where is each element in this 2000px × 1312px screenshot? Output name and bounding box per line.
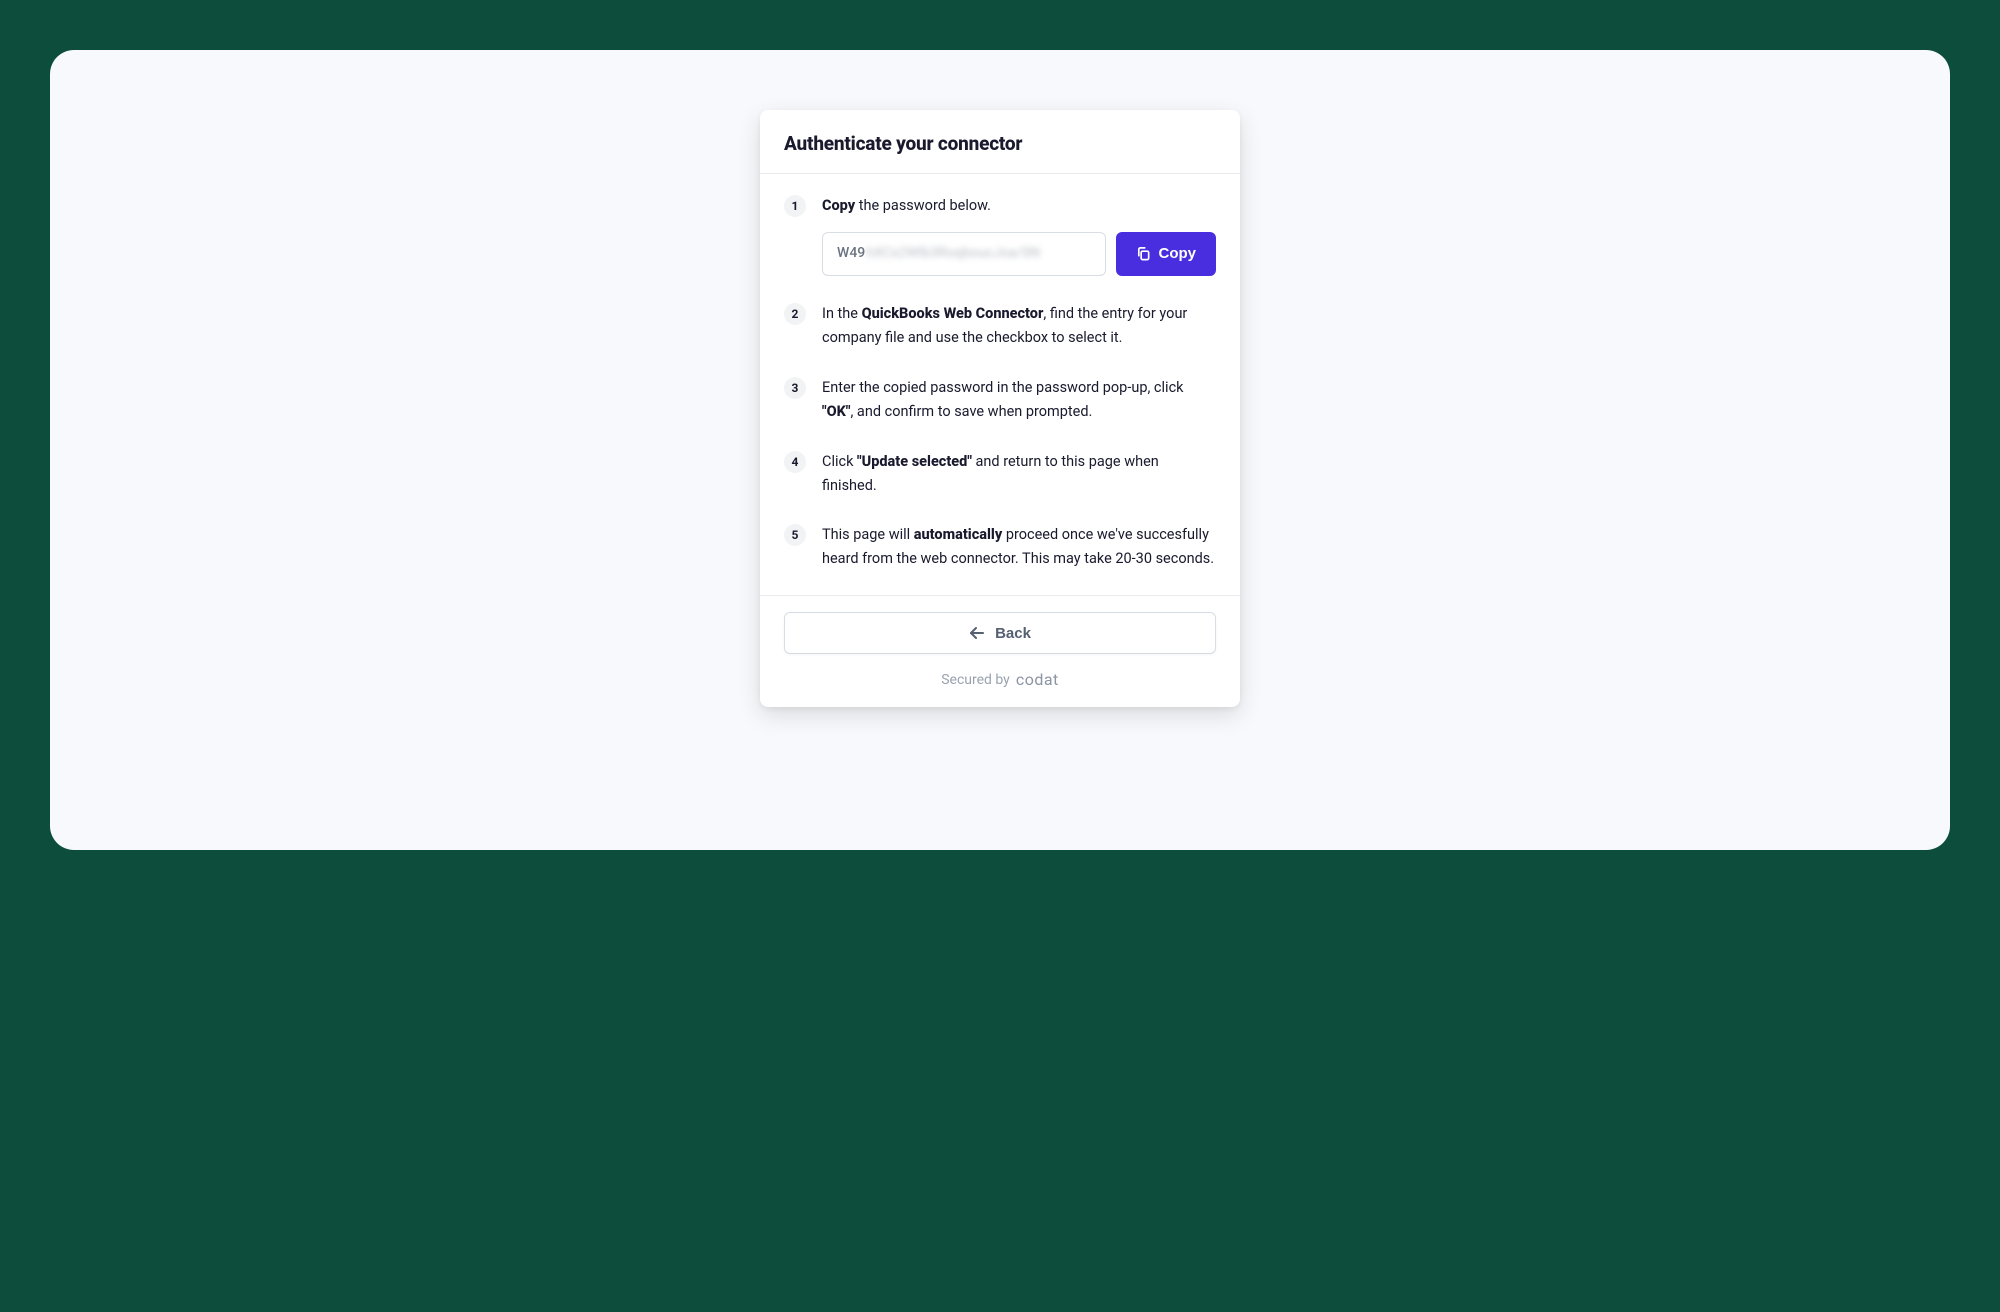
auth-card: Authenticate your connector 1 Copy the p… <box>760 110 1240 707</box>
step-3: 3 Enter the copied password in the passw… <box>784 376 1216 424</box>
password-row: W49hXCx2Wlb3RoqboucJsa/SN Copy <box>822 232 1216 276</box>
step-4: 4 Click "Update selected" and return to … <box>784 450 1216 498</box>
password-field[interactable]: W49hXCx2Wlb3RoqboucJsa/SN <box>822 232 1106 276</box>
arrow-left-icon <box>969 626 985 640</box>
card-header: Authenticate your connector <box>760 110 1240 174</box>
step-text: Click "Update selected" and return to th… <box>822 453 1159 494</box>
step-number-badge: 2 <box>784 303 806 325</box>
step-text: Enter the copied password in the passwor… <box>822 379 1184 420</box>
password-obscured: hXCx2Wlb3RoqboucJsa/SN <box>866 242 1040 265</box>
back-button-label: Back <box>995 625 1031 642</box>
card-body: 1 Copy the password below. W49hXCx2Wlb3R… <box>760 174 1240 595</box>
step-3-content: Enter the copied password in the passwor… <box>822 376 1216 424</box>
copy-button[interactable]: Copy <box>1116 232 1217 276</box>
back-button[interactable]: Back <box>784 612 1216 654</box>
step-number-badge: 4 <box>784 451 806 473</box>
step-2-content: In the QuickBooks Web Connector, find th… <box>822 302 1216 350</box>
password-visible: W49 <box>837 242 865 265</box>
step-number-badge: 5 <box>784 524 806 546</box>
step-number-badge: 3 <box>784 377 806 399</box>
step-1: 1 Copy the password below. W49hXCx2Wlb3R… <box>784 194 1216 276</box>
brand-name: codat <box>1016 670 1059 689</box>
card-title: Authenticate your connector <box>784 132 1216 155</box>
step-1-content: Copy the password below. W49hXCx2Wlb3Roq… <box>822 194 1216 276</box>
secured-by-text: Secured by <box>941 672 1010 688</box>
step-4-content: Click "Update selected" and return to th… <box>822 450 1216 498</box>
copy-button-label: Copy <box>1159 245 1197 262</box>
secured-by: Secured by codat <box>784 670 1216 689</box>
step-5-content: This page will automatically proceed onc… <box>822 523 1216 571</box>
outer-frame: Authenticate your connector 1 Copy the p… <box>50 50 1950 850</box>
step-5: 5 This page will automatically proceed o… <box>784 523 1216 571</box>
step-text: This page will automatically proceed onc… <box>822 526 1214 567</box>
step-text: Copy the password below. <box>822 197 991 214</box>
step-number-badge: 1 <box>784 195 806 217</box>
step-text: In the QuickBooks Web Connector, find th… <box>822 305 1187 346</box>
step-2: 2 In the QuickBooks Web Connector, find … <box>784 302 1216 350</box>
copy-icon <box>1136 246 1151 261</box>
card-footer: Back Secured by codat <box>760 595 1240 707</box>
